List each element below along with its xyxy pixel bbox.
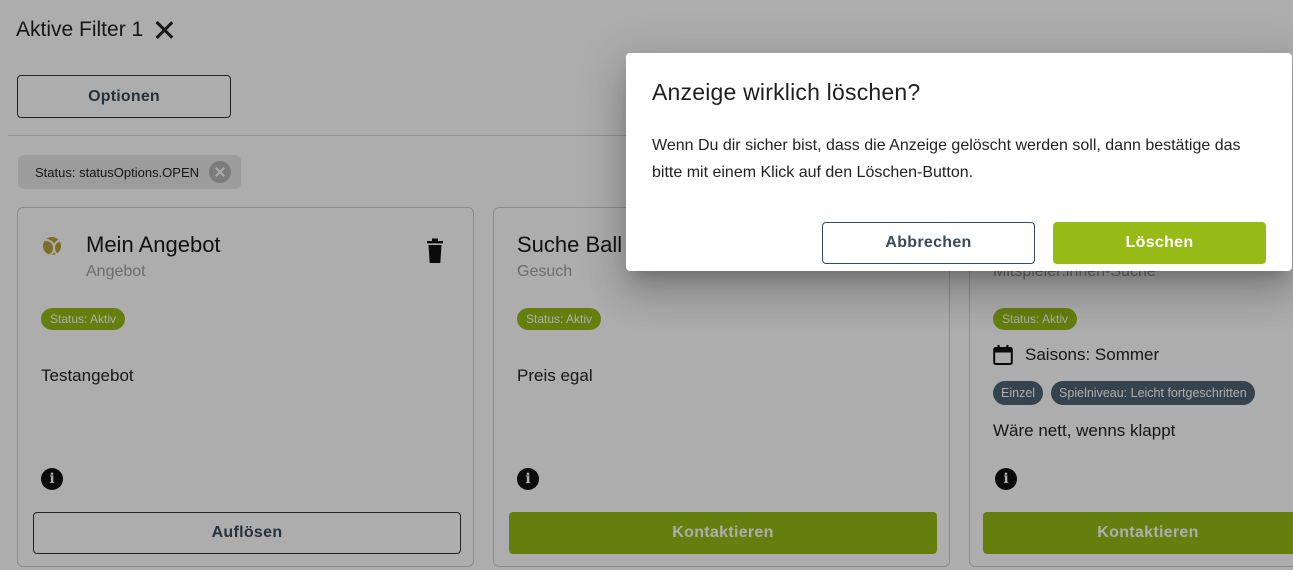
delete-dialog: Anzeige wirklich löschen? Wenn Du dir si… <box>626 53 1292 271</box>
cancel-button[interactable]: Abbrechen <box>822 222 1035 264</box>
dialog-title: Anzeige wirklich löschen? <box>652 79 921 105</box>
dialog-message: Wenn Du dir sicher bist, dass die Anzeig… <box>652 137 1241 181</box>
delete-button[interactable]: Löschen <box>1053 222 1266 264</box>
